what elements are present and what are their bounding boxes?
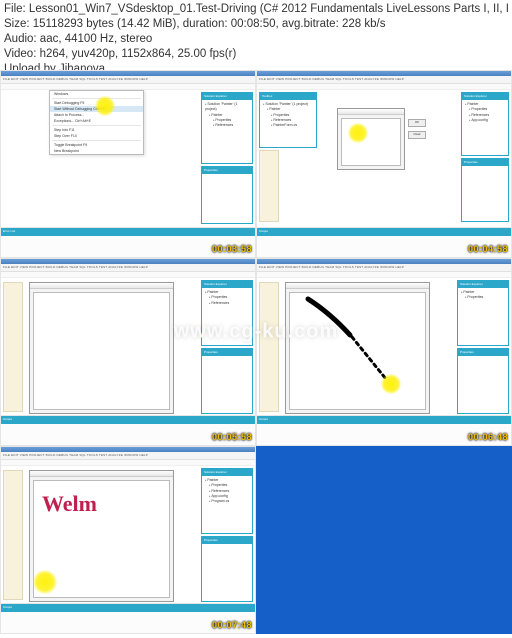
thumbnail-grid: FILE EDIT VIEW PROJECT BUILD DEBUG TEAM … (0, 70, 512, 634)
solution-tree[interactable]: Solution 'Painter' (1 project) Painter P… (202, 100, 252, 130)
menubar[interactable]: FILE EDIT VIEW PROJECT BUILD DEBUG TEAM … (257, 76, 511, 84)
properties-panel[interactable]: Properties (201, 348, 253, 414)
menu-item-step-over[interactable]: Step Over F10 (50, 133, 143, 139)
form-canvas[interactable] (33, 292, 170, 410)
timestamp: 00:07:48 (212, 620, 252, 630)
menubar[interactable]: FILE EDIT VIEW PROJECT BUILD DEBUG TEAM … (1, 76, 255, 84)
properties-panel[interactable]: Properties (201, 536, 253, 602)
properties-panel[interactable]: Properties (457, 348, 509, 414)
solution-explorer-panel[interactable]: Solution Explorer Painter Properties Ref… (201, 280, 253, 346)
thumb-6-blank (256, 446, 512, 634)
painter-form-window[interactable] (29, 282, 174, 414)
options-sidebar[interactable] (259, 282, 279, 412)
error-list-tab[interactable]: Error List (1, 228, 255, 236)
thumb-2: FILE EDIT VIEW PROJECT BUILD DEBUG TEAM … (256, 70, 512, 258)
debug-menu-dropdown[interactable]: Windows Start Debugging F5 Start Without… (49, 90, 144, 155)
form-canvas[interactable] (341, 118, 401, 166)
solution-explorer-panel[interactable]: Solution Explorer Painter Properties (457, 280, 509, 346)
panel-header: Solution Explorer (202, 93, 252, 100)
solution-explorer-panel[interactable]: Solution Explorer Painter Properties Ref… (201, 468, 253, 534)
meta-size: Size: 15118293 bytes (14.42 MiB), durati… (4, 17, 508, 32)
options-sidebar[interactable] (259, 150, 279, 222)
thumb-1: FILE EDIT VIEW PROJECT BUILD DEBUG TEAM … (0, 70, 256, 258)
cursor-highlight (348, 123, 368, 143)
brush-stroke (290, 293, 430, 413)
timestamp: 00:03:58 (212, 244, 252, 254)
panel-header: Properties (202, 167, 252, 174)
metadata-block: File: Lesson01_Win7_VSdesktop_01.Test-Dr… (0, 0, 512, 79)
timestamp: 00:06:48 (468, 432, 508, 442)
thumb-5: FILE EDIT VIEW PROJECT BUILD DEBUG TEAM … (0, 446, 256, 634)
painter-form-window[interactable] (285, 282, 430, 414)
properties-panel[interactable]: Properties (201, 166, 253, 224)
menu-item-new-bp[interactable]: New Breakpoint (50, 148, 143, 154)
form-titlebar[interactable] (338, 109, 404, 115)
meta-file: File: Lesson01_Win7_VSdesktop_01.Test-Dr… (4, 2, 508, 17)
ok-button[interactable]: OK (408, 119, 426, 127)
meta-audio: Audio: aac, 44100 Hz, stereo (4, 32, 508, 47)
menu-item-exceptions[interactable]: Exceptions... Ctrl+Alt+E (50, 118, 143, 124)
thumb-4: FILE EDIT VIEW PROJECT BUILD DEBUG TEAM … (256, 258, 512, 446)
menu-item-windows[interactable]: Windows (50, 91, 143, 97)
options-sidebar[interactable] (3, 470, 23, 600)
timestamp: 00:04:58 (468, 244, 508, 254)
timestamp: 00:05:58 (212, 432, 252, 442)
form-canvas[interactable]: Welm (33, 480, 170, 598)
solution-explorer-panel[interactable]: Solution Explorer Solution 'Painter' (1 … (201, 92, 253, 164)
meta-video: Video: h264, yuv420p, 1152x864, 25.00 fp… (4, 47, 508, 62)
properties-panel[interactable]: Properties (461, 158, 509, 222)
painter-form-window[interactable]: OK Clear (337, 108, 405, 170)
form-canvas[interactable] (289, 292, 426, 410)
clear-button[interactable]: Clear (408, 131, 426, 139)
options-sidebar[interactable] (3, 282, 23, 412)
toolbox-panel[interactable]: Toolbox Solution 'Painter' (1 project) P… (259, 92, 317, 148)
solution-explorer-panel[interactable]: Solution Explorer Painter Properties Ref… (461, 92, 509, 156)
thumb-3: FILE EDIT VIEW PROJECT BUILD DEBUG TEAM … (0, 258, 256, 446)
handwriting-text: Welm (42, 491, 97, 517)
painter-form-window[interactable]: Welm (29, 470, 174, 602)
